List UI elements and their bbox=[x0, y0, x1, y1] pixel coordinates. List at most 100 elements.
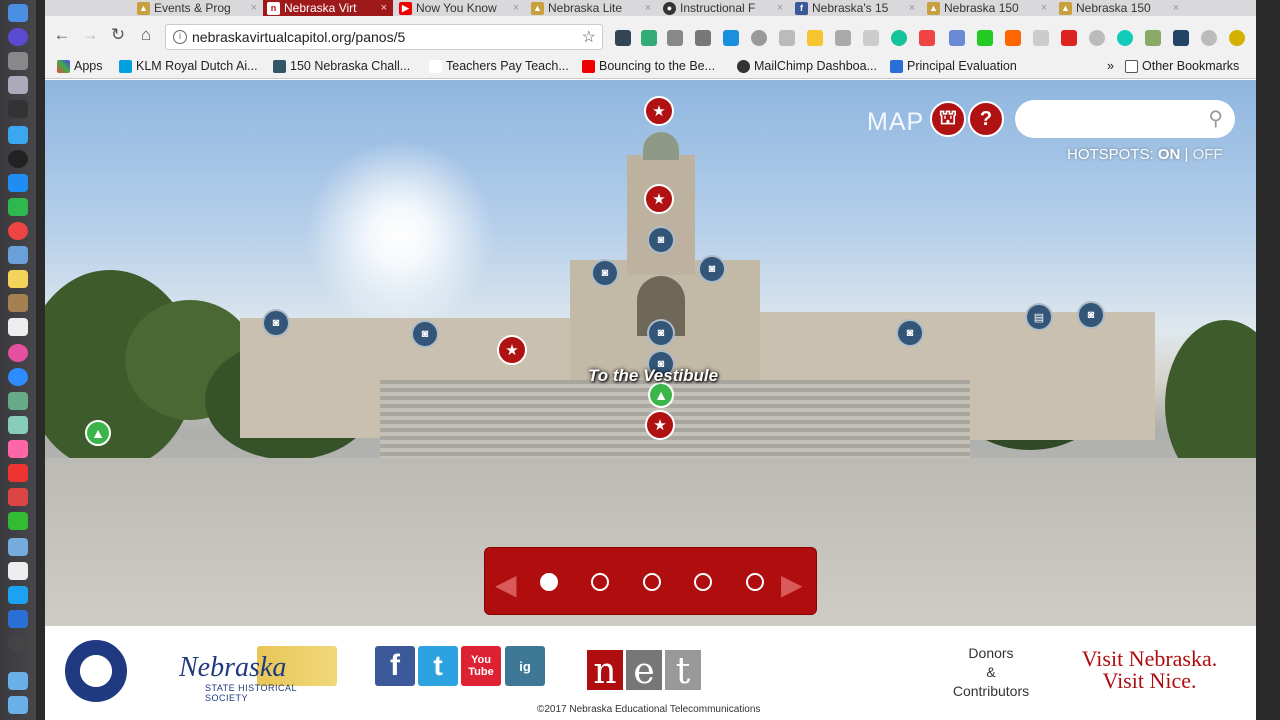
close-tab-icon[interactable]: × bbox=[251, 2, 263, 14]
camera-hotspot-icon[interactable]: ◙ bbox=[1077, 301, 1105, 329]
star-hotspot-icon[interactable]: ★ bbox=[644, 184, 674, 214]
bookmark-bouncing[interactable]: Bouncing to the Be... bbox=[582, 59, 715, 73]
map-button[interactable]: ⛫ bbox=[930, 101, 966, 137]
address-bar[interactable]: i nebraskavirtualcapitol.org/panos/5 ☆ bbox=[165, 24, 603, 50]
camera-hotspot-icon[interactable]: ◙ bbox=[896, 319, 924, 347]
close-tab-icon[interactable]: × bbox=[381, 2, 393, 14]
extension-icon[interactable] bbox=[1005, 30, 1021, 46]
extension-icon[interactable] bbox=[695, 30, 711, 46]
star-app-icon[interactable] bbox=[8, 610, 28, 628]
pager-dot[interactable] bbox=[643, 573, 661, 591]
extension-icon[interactable] bbox=[751, 30, 767, 46]
search-input[interactable]: ⚲ bbox=[1015, 100, 1235, 138]
clock-icon[interactable] bbox=[8, 150, 28, 168]
image-capture-icon[interactable] bbox=[8, 538, 28, 556]
document-hotspot-icon[interactable]: ▤ bbox=[1025, 303, 1053, 331]
tab-events[interactable]: ▲ Events & Prog × bbox=[133, 0, 263, 16]
app-store-icon[interactable] bbox=[8, 174, 28, 192]
launchpad-icon[interactable] bbox=[8, 76, 28, 94]
camera-hotspot-icon[interactable]: ◙ bbox=[647, 226, 675, 254]
close-tab-icon[interactable]: × bbox=[909, 2, 921, 14]
net-logo[interactable]: n e t bbox=[587, 650, 703, 692]
cloud-icon[interactable] bbox=[977, 30, 993, 46]
extension-icon[interactable] bbox=[1145, 30, 1161, 46]
bookmarks-overflow-chevron-icon[interactable]: » bbox=[1107, 59, 1114, 73]
twitter-dock-icon[interactable] bbox=[8, 586, 28, 604]
alert-icon[interactable] bbox=[1229, 30, 1245, 46]
quicktime-icon[interactable] bbox=[8, 634, 28, 652]
close-tab-icon[interactable]: × bbox=[1173, 2, 1185, 14]
camera-hotspot-icon[interactable]: ◙ bbox=[698, 255, 726, 283]
finder-icon[interactable] bbox=[8, 4, 28, 22]
nehs-logo[interactable]: Nebraska STATE HISTORICAL SOCIETY bbox=[177, 646, 342, 703]
folder-icon[interactable] bbox=[8, 672, 28, 690]
hotspots-off-option[interactable]: OFF bbox=[1193, 146, 1223, 163]
bookmark-principal-evaluation[interactable]: Principal Evaluation bbox=[890, 59, 1017, 73]
reload-icon[interactable]: ↻ bbox=[107, 24, 129, 46]
close-tab-icon[interactable]: × bbox=[645, 2, 657, 14]
map-label[interactable]: MAP bbox=[867, 108, 924, 137]
camera-hotspot-icon[interactable]: ◙ bbox=[411, 320, 439, 348]
star-hotspot-icon[interactable]: ★ bbox=[644, 96, 674, 126]
messages-icon[interactable] bbox=[8, 126, 28, 144]
ne-dept-education-logo[interactable] bbox=[65, 640, 127, 702]
extension-icon[interactable] bbox=[1117, 30, 1133, 46]
extension-icon[interactable] bbox=[1033, 30, 1049, 46]
extension-icon[interactable] bbox=[949, 30, 965, 46]
bookmark-apps[interactable]: Apps bbox=[57, 59, 103, 73]
notes-icon[interactable] bbox=[8, 270, 28, 288]
bookmark-teachers-pay-teachers[interactable]: Teachers Pay Teach... bbox=[429, 59, 569, 73]
evernote-icon[interactable] bbox=[8, 512, 28, 530]
drive-icon[interactable] bbox=[807, 30, 823, 46]
facetime-icon[interactable] bbox=[8, 198, 28, 216]
camera-hotspot-icon[interactable]: ◙ bbox=[262, 309, 290, 337]
bookmark-klm[interactable]: KLM Royal Dutch Ai... bbox=[119, 59, 258, 73]
tab-nebraskas-15[interactable]: f Nebraska's 15 × bbox=[791, 0, 921, 16]
zoom-icon[interactable] bbox=[8, 368, 28, 386]
extension-icon[interactable] bbox=[641, 30, 657, 46]
tab-nebraska-150-b[interactable]: ▲ Nebraska 150 × bbox=[1055, 0, 1185, 16]
bookmark-other[interactable]: Other Bookmarks bbox=[1125, 59, 1239, 73]
extension-icon[interactable] bbox=[1173, 30, 1189, 46]
info-icon[interactable]: i bbox=[173, 30, 187, 44]
textedit-icon[interactable] bbox=[8, 318, 28, 336]
chrome-icon[interactable] bbox=[8, 222, 28, 240]
itunes-icon[interactable] bbox=[8, 344, 28, 362]
back-arrow-icon[interactable]: ← bbox=[51, 24, 73, 46]
panorama-viewer[interactable]: ★ ★ ◙ ◙ ◙ ◙ ◙ ★ ◙ ◙ ◙ ▤ ◙ ▲ ★ ▲ To the V… bbox=[45, 80, 1256, 626]
pager-dot[interactable] bbox=[591, 573, 609, 591]
pager-dot[interactable] bbox=[746, 573, 764, 591]
extension-icon[interactable] bbox=[1089, 30, 1105, 46]
camera-hotspot-icon[interactable]: ◙ bbox=[647, 319, 675, 347]
camera-app-icon[interactable] bbox=[8, 440, 28, 458]
tab-nebraska-lite[interactable]: ▲ Nebraska Lite × bbox=[527, 0, 657, 16]
photos-icon[interactable] bbox=[8, 416, 28, 434]
close-tab-icon[interactable]: × bbox=[777, 2, 789, 14]
instagram-link[interactable]: ig bbox=[505, 646, 545, 686]
close-tab-icon[interactable]: × bbox=[1041, 2, 1053, 14]
grammarly-icon[interactable] bbox=[891, 30, 907, 46]
star-hotspot-icon[interactable]: ★ bbox=[497, 335, 527, 365]
extension-icon[interactable] bbox=[919, 30, 935, 46]
search-icon[interactable]: ⚲ bbox=[1208, 106, 1223, 131]
extension-icon[interactable] bbox=[863, 30, 879, 46]
pin-icon[interactable] bbox=[8, 392, 28, 410]
youtube-link[interactable]: You Tube bbox=[461, 646, 501, 686]
tab-now-you-know[interactable]: ▶ Now You Know × bbox=[395, 0, 525, 16]
pocket-icon[interactable] bbox=[8, 464, 28, 482]
extension-icon[interactable] bbox=[835, 30, 851, 46]
camera-hotspot-icon[interactable]: ◙ bbox=[591, 259, 619, 287]
close-tab-icon[interactable]: × bbox=[513, 2, 525, 14]
extension-icon[interactable] bbox=[667, 30, 683, 46]
grid-app-icon[interactable] bbox=[8, 562, 28, 580]
forward-arrow-icon[interactable]: → bbox=[79, 24, 101, 46]
star-hotspot-icon[interactable]: ★ bbox=[645, 410, 675, 440]
tab-instructional[interactable]: ● Instructional F × bbox=[659, 0, 789, 16]
extension-icon[interactable] bbox=[723, 30, 739, 46]
twitter-link[interactable]: t bbox=[418, 646, 458, 686]
facebook-link[interactable]: f bbox=[375, 646, 415, 686]
extension-icon[interactable] bbox=[1201, 30, 1217, 46]
left-path-arrow-icon[interactable]: ▲ bbox=[85, 420, 111, 446]
photo-booth-icon[interactable] bbox=[8, 488, 28, 506]
extension-icon[interactable] bbox=[615, 30, 631, 46]
